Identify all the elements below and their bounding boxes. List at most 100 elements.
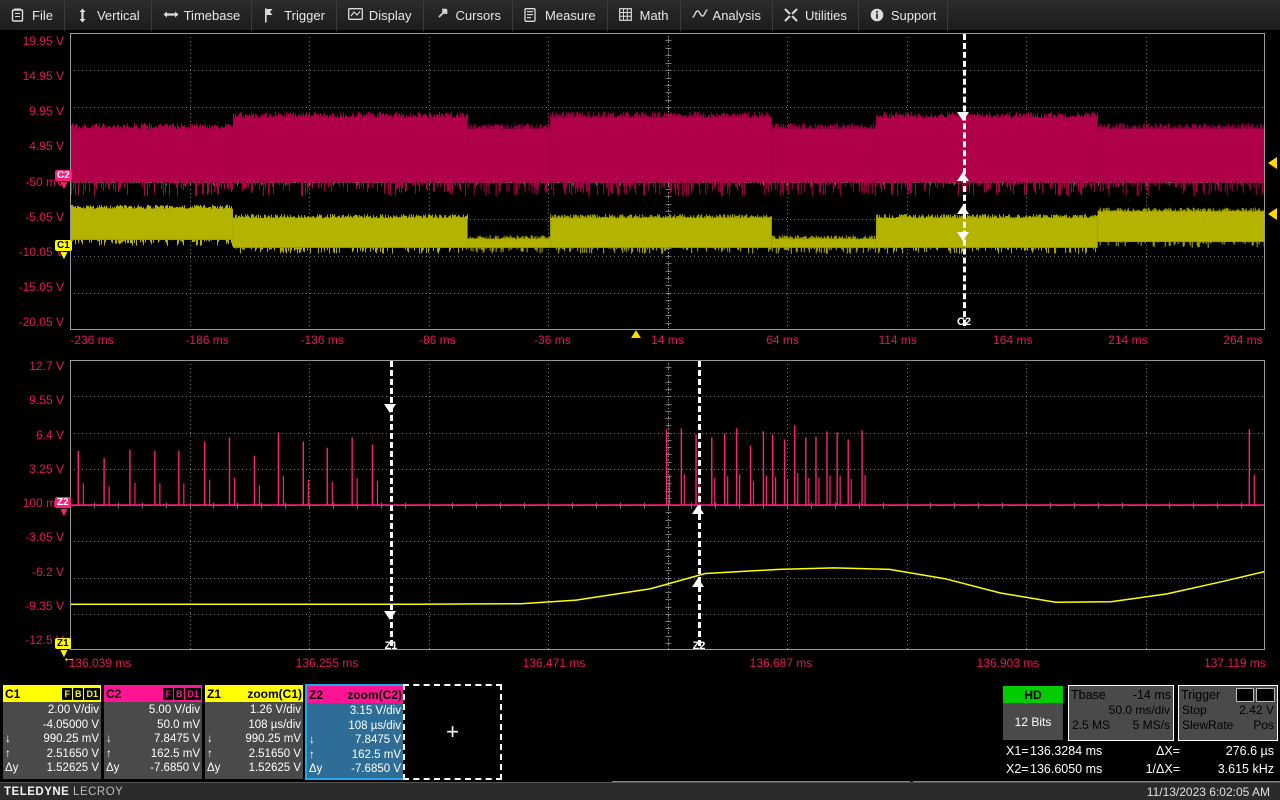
trigger-box[interactable]: Trigger C1 DC Stop 2.42 V SlewRate Pos (1178, 685, 1278, 741)
tag-b[interactable]: B (174, 688, 185, 700)
main-xlabels-tick-6: 64 ms (766, 333, 799, 347)
timebase-scale-line: 50.0 ms/div (1069, 703, 1173, 718)
row-delta-y: Δy1.52625 V (207, 761, 301, 776)
trigger-header: Trigger C1 DC (1179, 686, 1277, 703)
trigger-coupling-tag[interactable]: DC (1256, 688, 1275, 702)
menu-item-cursors[interactable]: Cursors (424, 0, 514, 31)
row-delta-y: Δy-7.6850 V (106, 761, 200, 776)
menu-item-display[interactable]: Display (337, 0, 424, 31)
main-xlabels-tick-7: 114 ms (878, 333, 916, 347)
zoom-waveform-grid[interactable] (70, 360, 1265, 650)
zoom-cursor2-arrow-mid (692, 505, 704, 514)
hd-mode-box[interactable]: HD 12 Bits (1002, 685, 1064, 741)
menu-label-vertical: Vertical (97, 8, 140, 23)
descriptor-z1[interactable]: Z1 zoom(C1) 1.26 V/div 108 µs/div ↓990.2… (204, 684, 304, 780)
cursor-readout-panel: X1= 136.3284 ms ΔX= 276.6 µs X2= 136.605… (1006, 742, 1280, 778)
row-cursor-down: ↓990.25 mV (5, 732, 99, 747)
cursor-readout-x2: X2= 136.6050 ms 1/ΔX= 3.615 kHz (1006, 760, 1280, 778)
row-vdiv: 3.15 V/div (309, 704, 401, 719)
clock-display: 11/13/2023 6:02:05 AM (1147, 785, 1276, 799)
timebase-scale: 50.0 ms/div (1109, 703, 1170, 718)
zoom-ylabels-tick-0: 12.7 V (29, 359, 64, 373)
descriptor-z1-title: Z1 (207, 687, 221, 701)
trigger-state: Stop (1182, 703, 1207, 718)
measure-list-icon (524, 8, 539, 23)
c1-level-marker-right[interactable] (1268, 208, 1277, 220)
tag-d1[interactable]: D1 (84, 688, 100, 700)
descriptor-z2[interactable]: Z2 zoom(C2) 3.15 V/div 108 µs/div ↓7.847… (305, 684, 405, 780)
descriptor-c2-rows: 5.00 V/div 50.0 mV ↓7.8475 V ↑162.5 mV Δ… (104, 702, 202, 776)
menu-item-support[interactable]: Support (859, 0, 949, 31)
zoom-cursor-1-label: Z1 (385, 640, 398, 652)
menu-label-math: Math (640, 8, 669, 23)
tag-b[interactable]: B (73, 688, 84, 700)
descriptor-c1-title: C1 (5, 687, 20, 701)
row-cursor-down: ↓7.8475 V (309, 733, 401, 748)
timebase-title: Tbase (1071, 688, 1106, 702)
main-xlabels-tick-4: -36 ms (534, 333, 571, 347)
utilities-tools-icon (784, 8, 799, 23)
menu-item-timebase[interactable]: Timebase (152, 0, 253, 31)
main-waveform-grid[interactable] (70, 33, 1265, 330)
row-vdiv: 2.00 V/div (5, 703, 99, 718)
tag-d1[interactable]: D1 (185, 688, 201, 700)
menu-bar: File Vertical Timebase Trigger Display (0, 0, 1280, 31)
menu-label-trigger: Trigger (284, 8, 325, 23)
menu-item-utilities[interactable]: Utilities (773, 0, 859, 31)
timebase-box[interactable]: Tbase -14 ms 50.0 ms/div 2.5 MS 5 MS/s (1068, 685, 1174, 741)
add-trace-slot[interactable]: + (403, 684, 502, 780)
brand-lecroy: LECROY (73, 786, 123, 798)
tag-f[interactable]: F (163, 688, 173, 700)
main-ylabels-tick-5: -5.05 V (25, 210, 64, 224)
row-cursor-up: ↑162.5 mV (106, 747, 200, 762)
c2-level-marker-right[interactable] (1268, 157, 1277, 169)
cursor-readout-x1: X1= 136.3284 ms ΔX= 276.6 µs (1006, 742, 1280, 760)
brand-teledyne: TELEDYNE (4, 786, 69, 798)
descriptor-c1[interactable]: C1 F B D1 2.00 V/div -4.05000 V ↓990.25 … (2, 684, 102, 780)
menu-label-timebase: Timebase (184, 8, 241, 23)
descriptor-c1-rows: 2.00 V/div -4.05000 V ↓990.25 mV ↑2.5165… (3, 702, 101, 776)
trigger-state-line: Stop 2.42 V (1179, 703, 1277, 718)
dx-label: ΔX= (1130, 742, 1188, 760)
main-cursor-arrow-down-top (957, 112, 969, 121)
zoom-cursor-2-label: Z2 (693, 640, 706, 652)
zoom-cursor-line-2[interactable] (698, 361, 701, 646)
menu-label-file: File (32, 8, 53, 23)
tag-f[interactable]: F (62, 688, 72, 700)
timebase-delay: -14 ms (1133, 688, 1171, 702)
channel-offset-arrow-c1: ▼ (58, 250, 70, 260)
descriptor-z1-header: Z1 zoom(C1) (205, 685, 303, 702)
row-vdiv: 1.26 V/div (207, 703, 301, 718)
menu-item-vertical[interactable]: Vertical (65, 0, 152, 31)
descriptor-c1-header: C1 F B D1 (3, 685, 101, 702)
invdx-label: 1/ΔX= (1130, 760, 1188, 778)
math-grid-icon (619, 8, 634, 23)
menu-item-trigger[interactable]: Trigger (252, 0, 337, 31)
trigger-flag-icon (263, 8, 278, 23)
cursor-arrow-icon (435, 8, 450, 23)
descriptor-c2-title: C2 (106, 687, 121, 701)
descriptor-c2[interactable]: C2 F B D1 5.00 V/div 50.0 mV ↓7.8475 V ↑… (103, 684, 203, 780)
plus-icon: + (446, 721, 459, 743)
trigger-source-tag[interactable]: C1 (1236, 688, 1254, 702)
main-xlabels-tick-2: -136 ms (301, 333, 344, 347)
menu-label-display: Display (369, 8, 412, 23)
descriptor-c1-tags: F B D1 (62, 688, 100, 700)
descriptor-z1-rows: 1.26 V/div 108 µs/div ↓990.25 mV ↑2.5165… (205, 702, 303, 776)
main-xlabels-tick-1: -186 ms (185, 333, 228, 347)
menu-item-analysis[interactable]: Analysis (681, 0, 773, 31)
main-ylabels-tick-7: -15.05 V (19, 280, 64, 294)
menu-item-measure[interactable]: Measure (513, 0, 608, 31)
menu-item-file[interactable]: File (0, 0, 65, 31)
zoom-xlabels-tick-4: 136.903 ms (977, 656, 1040, 670)
zoom-xlabels-tick-0: 136.039 ms (69, 656, 132, 670)
menu-item-math[interactable]: Math (608, 0, 681, 31)
zoom-cursor2-arrow-low (692, 578, 704, 587)
main-xlabels-tick-10: 264 ms (1223, 333, 1262, 347)
main-grid-border (70, 33, 1265, 330)
main-xlabels-tick-3: -86 ms (419, 333, 456, 347)
zoom-ylabels-tick-7: -9.35 V (25, 599, 64, 613)
trigger-position-marker[interactable] (631, 330, 641, 338)
row-cursor-up: ↑2.51650 V (5, 747, 99, 762)
row-vdiv: 5.00 V/div (106, 703, 200, 718)
